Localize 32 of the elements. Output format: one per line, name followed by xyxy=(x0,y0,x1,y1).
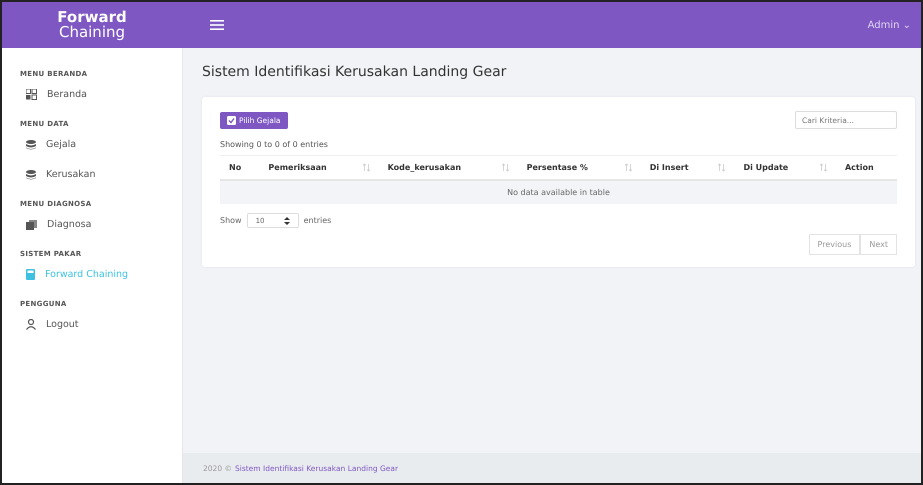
cards-icon xyxy=(26,220,37,230)
empty-table-message: No data available in table xyxy=(220,180,897,204)
calculator-icon xyxy=(26,269,35,280)
sidebar-item[interactable]: Gejala xyxy=(2,132,182,162)
checkbox-icon xyxy=(227,116,236,124)
menu-icon[interactable] xyxy=(210,20,224,30)
sidebar-item[interactable]: Logout xyxy=(2,312,182,342)
item-label: Forward Chaining xyxy=(45,269,128,280)
brand-logo[interactable]: Forward Chaining xyxy=(2,10,182,40)
user-menu[interactable]: Admin ⌄ xyxy=(868,20,911,30)
database-icon xyxy=(26,170,36,180)
item-label: Diagnosa xyxy=(47,219,92,230)
database-icon xyxy=(26,140,36,150)
sort-icon xyxy=(820,163,827,172)
sort-arrows-icon xyxy=(284,216,290,224)
sort-icon xyxy=(624,163,632,172)
sort-icon xyxy=(362,163,370,172)
show-label: Show xyxy=(220,216,242,225)
entries-label: entries xyxy=(304,216,332,225)
entries-info: Showing 0 to 0 of 0 entries xyxy=(220,140,329,149)
sort-icon xyxy=(718,163,726,172)
sort-icon xyxy=(502,163,509,172)
sidebar-item[interactable]: Beranda xyxy=(2,82,182,112)
item-label: Kerusakan xyxy=(46,169,96,180)
user-icon xyxy=(26,319,36,330)
grid-icon xyxy=(26,89,37,100)
item-label: Logout xyxy=(46,319,79,330)
item-label: Beranda xyxy=(47,89,87,100)
sidebar-item[interactable]: Diagnosa xyxy=(2,212,182,242)
sidebar-item[interactable]: Kerusakan xyxy=(2,162,182,192)
page-title: Sistem Identifikasi Kerusakan Landing Gear xyxy=(202,64,508,80)
item-label: Gejala xyxy=(46,139,76,150)
